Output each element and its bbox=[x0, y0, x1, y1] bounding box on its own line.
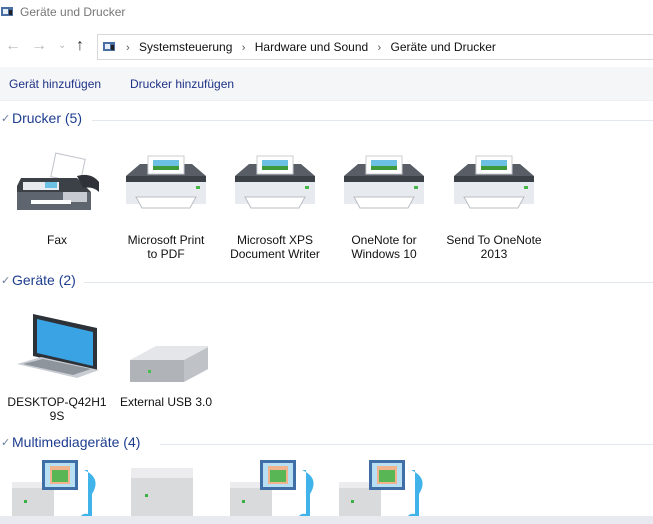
chevron-right-icon: › bbox=[377, 42, 382, 54]
device-label: Document Writer bbox=[230, 247, 320, 261]
device-label: Send To OneNote bbox=[446, 233, 542, 247]
add-printer-button[interactable]: Drucker hinzufügen bbox=[130, 77, 234, 91]
breadcrumb-systemsteuerung[interactable]: Systemsteuerung bbox=[139, 40, 232, 54]
group-title: Drucker (5) bbox=[12, 110, 83, 126]
control-panel-icon bbox=[103, 42, 115, 51]
horizontal-scrollbar[interactable] bbox=[0, 516, 653, 524]
arrow-up-icon: ↑ bbox=[76, 37, 84, 54]
device-label: Microsoft XPS bbox=[236, 233, 314, 247]
media-device-icon bbox=[12, 460, 96, 522]
device-label: OneNote for bbox=[351, 233, 417, 247]
arrow-left-icon: ← bbox=[5, 37, 21, 54]
navigation-bar: ← → ⌄ ↑ › Systemsteuerung › Hardware und… bbox=[0, 30, 653, 62]
media-server-icon bbox=[131, 468, 193, 522]
chevron-right-icon: › bbox=[126, 42, 130, 54]
window-title: Geräte und Drucker bbox=[20, 5, 126, 19]
device-label: to PDF bbox=[147, 247, 185, 261]
device-label: Windows 10 bbox=[351, 247, 417, 261]
up-button[interactable]: ↑ bbox=[76, 36, 84, 56]
chevron-down-icon: ✓ bbox=[1, 113, 11, 125]
chevron-down-icon: ✓ bbox=[1, 437, 11, 449]
back-button[interactable]: ← bbox=[5, 36, 21, 56]
group-divider bbox=[160, 444, 653, 445]
printer-icon bbox=[344, 155, 425, 209]
recent-locations-button[interactable]: ⌄ bbox=[58, 36, 66, 56]
address-bar[interactable]: › Systemsteuerung › Hardware und Sound ›… bbox=[97, 34, 653, 60]
device-label: External USB 3.0 bbox=[119, 395, 213, 409]
device-label: 9S bbox=[49, 409, 65, 423]
chevron-down-icon: ✓ bbox=[1, 275, 11, 287]
group-divider bbox=[84, 282, 653, 283]
group-header-devices[interactable]: ✓ Geräte (2) bbox=[0, 272, 653, 292]
breadcrumb-hardware-und-sound[interactable]: Hardware und Sound bbox=[255, 40, 368, 54]
chevron-down-icon: ⌄ bbox=[58, 40, 67, 51]
arrow-right-icon: → bbox=[31, 37, 47, 54]
title-bar: Geräte und Drucker bbox=[0, 0, 653, 26]
chevron-right-icon: › bbox=[241, 42, 246, 54]
fax-icon bbox=[17, 152, 99, 210]
add-device-button[interactable]: Gerät hinzufügen bbox=[9, 77, 101, 91]
media-device-icon bbox=[230, 460, 314, 522]
devices-printers-icon bbox=[1, 7, 13, 16]
media-device-icon bbox=[339, 460, 423, 522]
printer-icon bbox=[235, 155, 316, 209]
group-title: Geräte (2) bbox=[12, 272, 76, 288]
group-header-multimedia[interactable]: ✓ Multimediageräte (4) bbox=[0, 434, 653, 454]
device-label: 2013 bbox=[480, 247, 508, 261]
group-divider bbox=[92, 120, 653, 121]
laptop-icon bbox=[17, 314, 99, 378]
printer-icon bbox=[454, 155, 535, 209]
device-label: Microsoft Print bbox=[127, 233, 205, 247]
device-label: DESKTOP-Q42H1 bbox=[7, 395, 107, 409]
group-header-printers[interactable]: ✓ Drucker (5) bbox=[0, 110, 653, 130]
printer-icon bbox=[126, 155, 207, 209]
group-title: Multimediageräte (4) bbox=[12, 434, 141, 450]
forward-button[interactable]: → bbox=[31, 36, 47, 56]
device-label: Fax bbox=[46, 233, 67, 247]
breadcrumb: › Systemsteuerung › Hardware und Sound ›… bbox=[120, 40, 496, 54]
external-drive-icon bbox=[130, 346, 208, 382]
command-bar: Gerät hinzufügen Drucker hinzufügen bbox=[0, 67, 653, 101]
breadcrumb-geraete-und-drucker[interactable]: Geräte und Drucker bbox=[391, 40, 496, 54]
